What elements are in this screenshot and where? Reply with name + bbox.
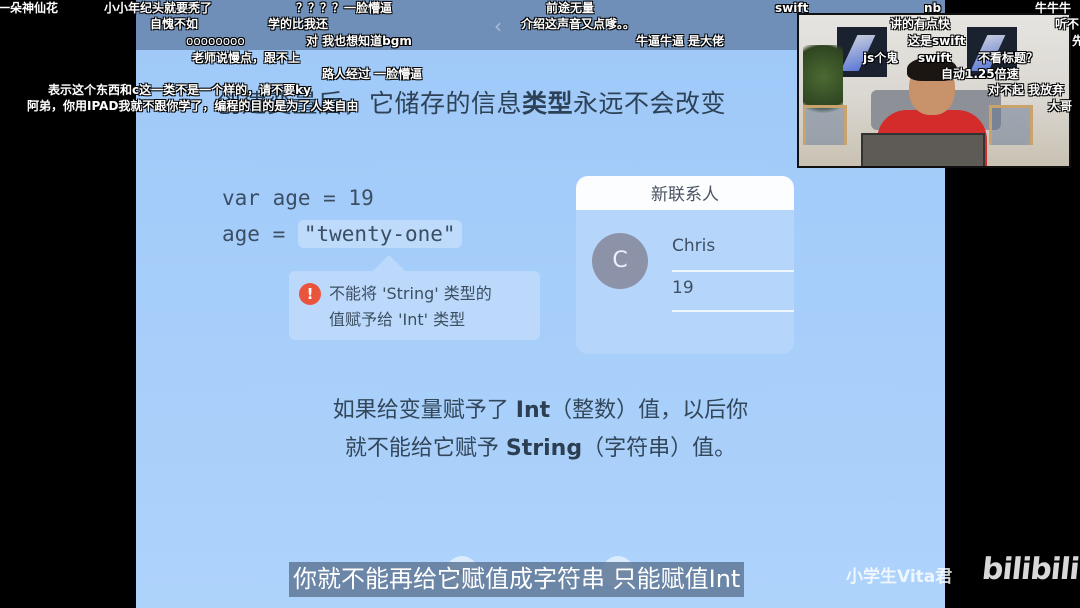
- text-segment: （字符串）值。: [582, 436, 737, 461]
- laptop: [861, 133, 985, 166]
- danmaku-comment: 对不起 我放弃: [988, 83, 1065, 97]
- danmaku-comment: 前途无量: [546, 1, 595, 15]
- danmaku-comment: oooooooo: [186, 34, 245, 48]
- subtitle-caption: 你就不能再给它赋值成字符串 只能赋值Int: [289, 562, 745, 597]
- danmaku-comment: 大哥: [1048, 99, 1073, 113]
- danmaku-comment: 介绍这声音又点嗲。。: [521, 17, 636, 31]
- danmaku-comment: ？？？？一脸懵逼: [296, 1, 393, 15]
- danmaku-comment: 一朵神仙花: [0, 1, 59, 15]
- danmaku-comment: 学的比我还: [268, 17, 329, 31]
- explanation-text: 如果给变量赋予了 Int（整数）值，以后你 就不能给它赋予 String（字符串…: [136, 392, 945, 468]
- danmaku-comment: 先: [1072, 34, 1080, 48]
- danmaku-comment: 这是swift: [908, 34, 966, 48]
- heading-suffix: 永远不会改变: [573, 89, 727, 118]
- heading-strong: 类型: [522, 89, 574, 118]
- text-segment: 就不能给它赋予: [344, 436, 506, 461]
- danmaku-comment: 老师说慢点，跟不上: [192, 51, 301, 65]
- danmaku-comment: 自动1.25倍速: [941, 67, 1019, 81]
- danmaku-comment: 小小年纪头就要秃了: [104, 1, 213, 15]
- danmaku-comment: 自愧不如: [150, 17, 199, 31]
- text-segment: （整数）值，以后你: [550, 398, 749, 423]
- danmaku-comment: nb: [924, 1, 942, 15]
- danmaku-comment: js个鬼: [863, 51, 899, 65]
- chair: [803, 105, 847, 145]
- danmaku-comment: 牛逼牛逼 是大佬: [636, 34, 725, 48]
- danmaku-comment: 阿弟，你用IPAD我就不跟你学了，编程的目的是为了人类自由: [27, 99, 359, 113]
- keyword-int: Int: [515, 398, 551, 423]
- code-sample: var age = 19 age = "twenty-one": [222, 180, 462, 252]
- error-tooltip: ! 不能将 'String' 类型的 值赋予给 'Int' 类型: [289, 255, 540, 340]
- text-segment: 如果给变量赋予了: [332, 398, 516, 423]
- danmaku-comment: 路人经过 一脸懵逼: [322, 67, 423, 81]
- contact-card: 新联系人 C Chris 19: [576, 176, 794, 354]
- code-line-2-prefix: age =: [222, 222, 298, 246]
- keyword-string: String: [505, 436, 583, 461]
- error-line-2: 值赋予给 'Int' 类型: [329, 310, 466, 329]
- string-literal-highlight: "twenty-one": [297, 220, 462, 248]
- exclamation-icon: !: [299, 283, 321, 305]
- code-line-2: age = "twenty-one": [222, 216, 462, 252]
- chair: [989, 105, 1033, 145]
- chevron-left-icon[interactable]: ‹: [494, 14, 502, 38]
- danmaku-comment: swift: [918, 51, 952, 65]
- explanation-line-2: 就不能给它赋予 String（字符串）值。: [136, 430, 945, 468]
- danmaku-comment: 对 我也想知道bgm: [306, 34, 412, 48]
- danmaku-comment: 表示这个东西和c这一类不是一个样的，请不要ky: [48, 83, 311, 97]
- danmaku-comment: 听不: [1055, 17, 1080, 31]
- danmaku-comment: 讲的有点快: [890, 17, 951, 31]
- card-title: 新联系人: [576, 176, 794, 210]
- bilibili-logo: bilibili: [980, 552, 1080, 587]
- danmaku-comment: 牛牛牛: [1035, 1, 1072, 15]
- video-player[interactable]: ‹ 创建变量后，它储存的信息类型永远不会改变 var age = 19 age …: [0, 0, 1080, 608]
- code-line-1: var age = 19: [222, 186, 374, 210]
- age-field: 19: [672, 272, 794, 312]
- error-line-1: 不能将 'String' 类型的: [329, 284, 492, 303]
- uploader-watermark: 小学生Vita君: [846, 567, 953, 587]
- explanation-line-1: 如果给变量赋予了 Int（整数）值，以后你: [136, 392, 945, 430]
- name-field: Chris: [672, 232, 794, 272]
- danmaku-comment: swift: [775, 1, 809, 15]
- avatar: C: [592, 233, 648, 289]
- danmaku-comment: 不看标题？: [978, 51, 1039, 65]
